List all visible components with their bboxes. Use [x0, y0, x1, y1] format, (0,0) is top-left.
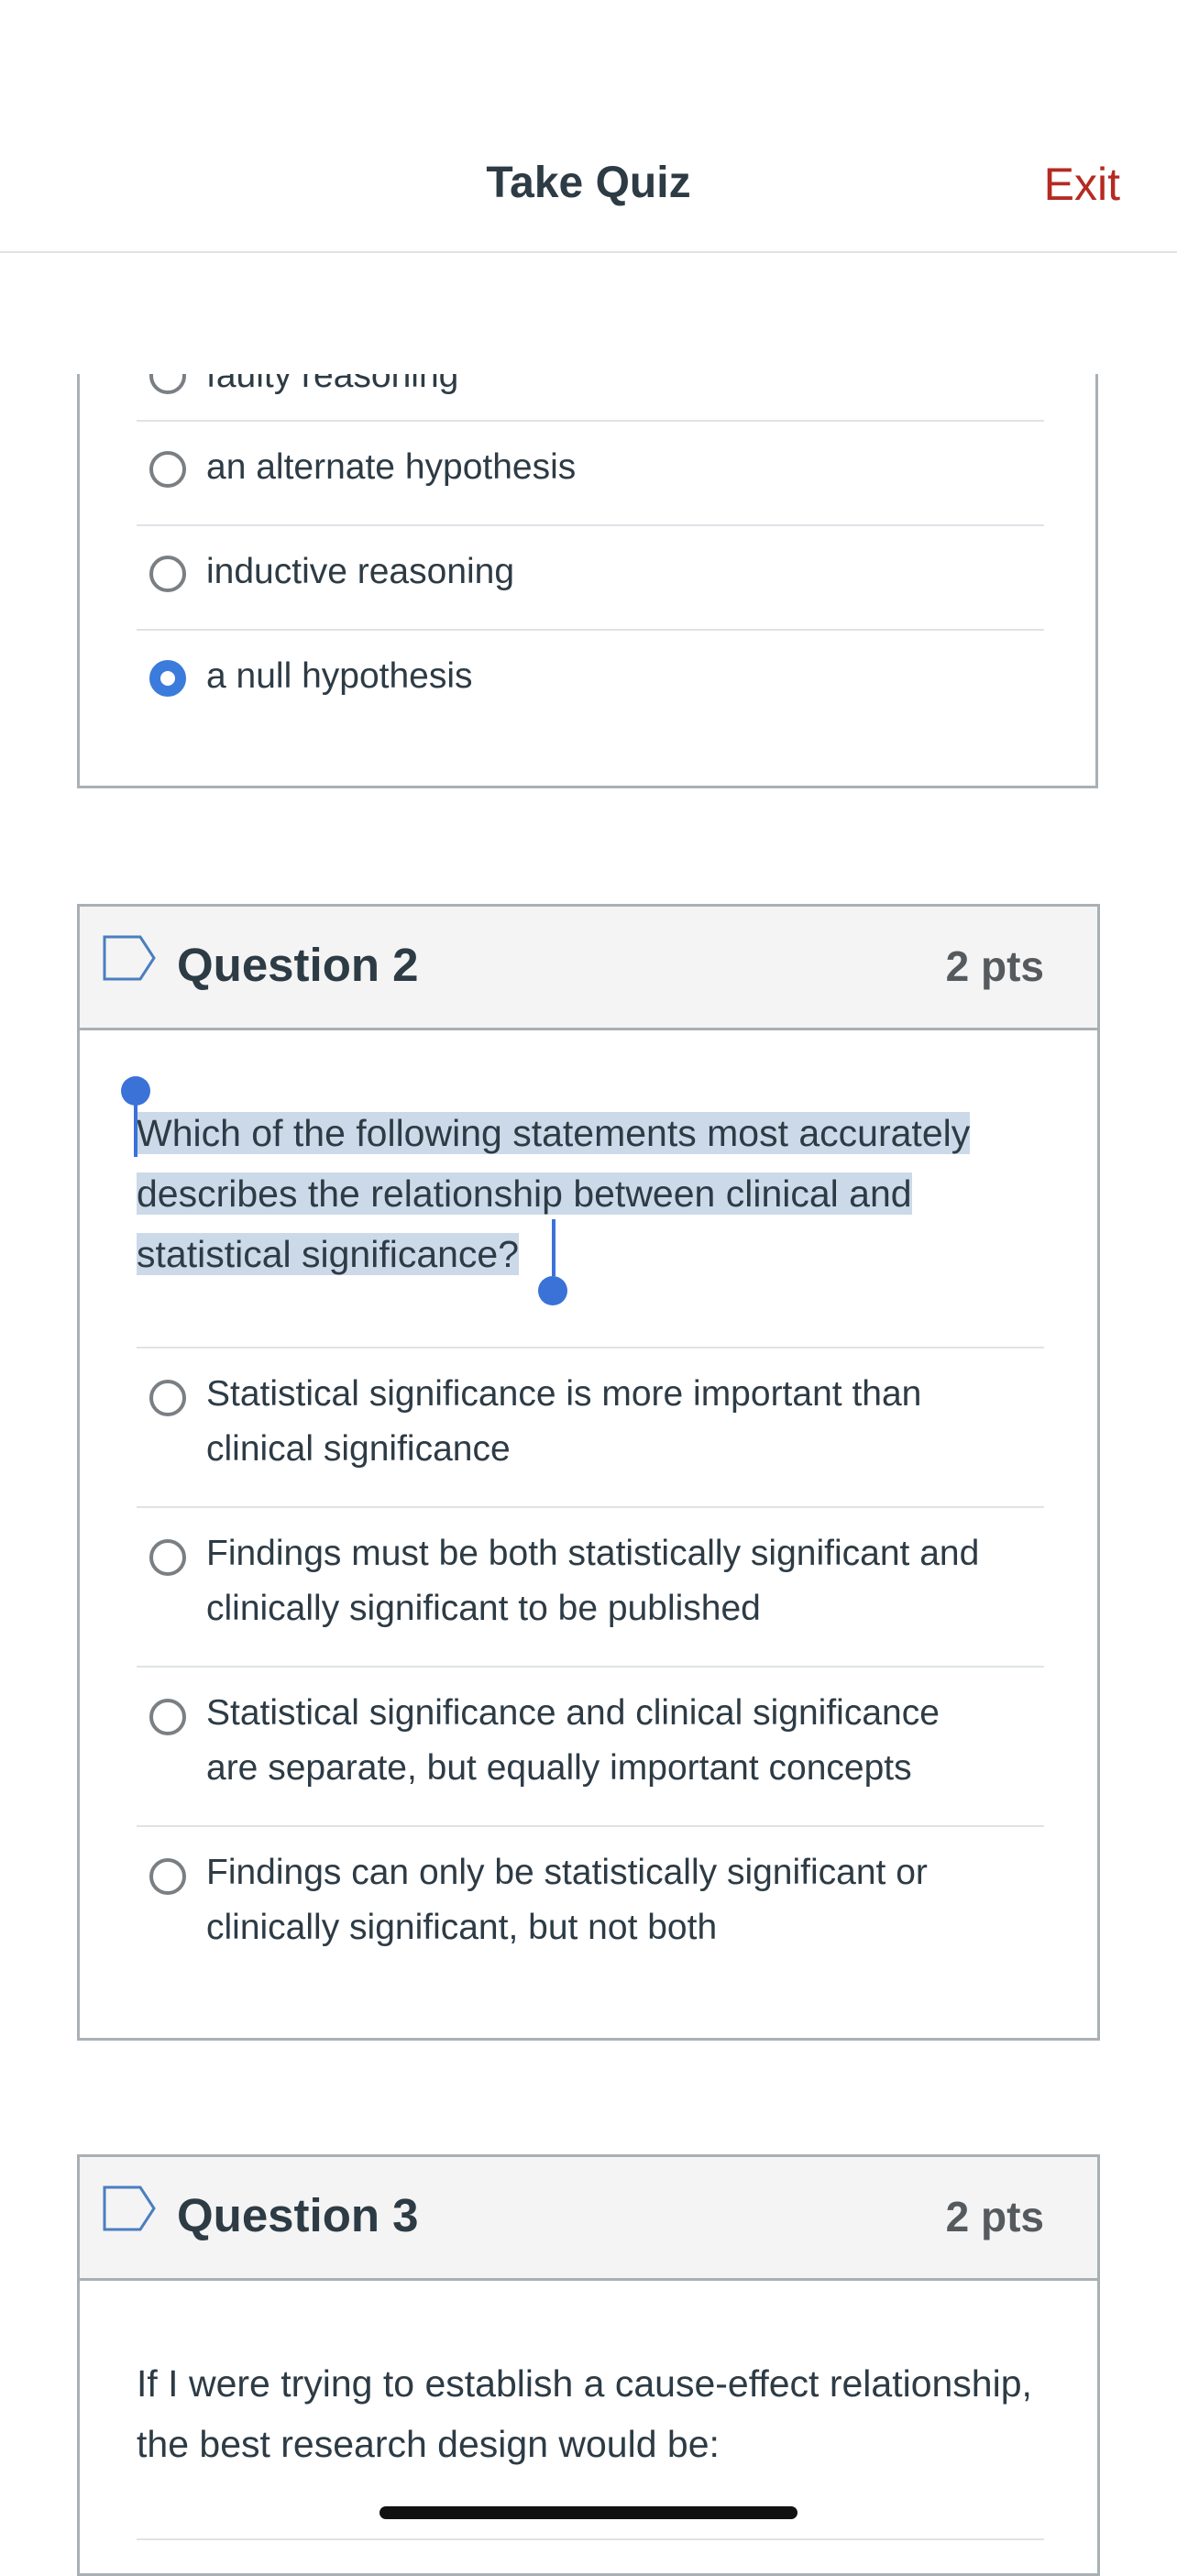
radio-button[interactable] [149, 451, 186, 488]
question-header: Question 2 2 pts [80, 907, 1097, 1030]
radio-button[interactable] [149, 374, 186, 394]
answer-option[interactable]: Statistical significance is more importa… [137, 1347, 1044, 1506]
answer-option[interactable]: an alternate hypothesis [137, 420, 1044, 524]
exit-button[interactable]: Exit [1044, 158, 1120, 211]
answer-label: a null hypothesis [206, 656, 473, 696]
divider [137, 2538, 1044, 2540]
selection-end-handle[interactable] [538, 1276, 567, 1305]
answer-option[interactable]: Statistical significance and clinical si… [137, 1666, 1044, 1825]
answer-label-line2: clinically significant to be published [206, 1589, 761, 1628]
home-indicator[interactable] [380, 2506, 798, 2519]
answer-label-line2: are separate, but equally important conc… [206, 1748, 912, 1788]
question-1-card: faulty reasoning an alternate hypothesis… [77, 374, 1098, 788]
answer-option[interactable]: faulty reasoning [137, 374, 1044, 409]
answer-option-selected[interactable]: a null hypothesis [137, 629, 1044, 733]
question-points: 2 pts [945, 2193, 1044, 2240]
page-title: Take Quiz [486, 159, 691, 207]
radio-button[interactable] [149, 1699, 186, 1735]
question-points: 2 pts [945, 942, 1044, 990]
answer-label-line2: clinical significance [206, 1429, 511, 1469]
question-header: Question 3 2 pts [80, 2157, 1097, 2281]
answer-label-line1: Findings can only be statistically signi… [206, 1853, 928, 1892]
answer-label-line1: Findings must be both statistically sign… [206, 1534, 980, 1573]
radio-button-selected[interactable] [149, 660, 186, 697]
top-bar: Take Quiz Exit [0, 0, 1177, 253]
flag-question-icon[interactable] [102, 934, 157, 982]
answer-label: faulty reasoning [206, 374, 459, 395]
answer-label-line1: Statistical significance and clinical si… [206, 1693, 940, 1733]
answer-label-line2: clinically significant, but not both [206, 1908, 718, 1947]
radio-button[interactable] [149, 1380, 186, 1416]
answer-option[interactable]: Findings can only be statistically signi… [137, 1825, 1044, 1985]
answer-label: an alternate hypothesis [206, 447, 577, 487]
question-2-card: Question 2 2 pts Which of the following … [77, 904, 1100, 2041]
selection-end-caret [552, 1219, 556, 1276]
flag-question-icon[interactable] [102, 2185, 157, 2232]
radio-button[interactable] [149, 556, 186, 592]
answer-option[interactable]: Findings must be both statistically sign… [137, 1506, 1044, 1666]
answer-label: inductive reasoning [206, 552, 515, 591]
selection-start-caret [134, 1100, 138, 1157]
radio-button[interactable] [149, 1858, 186, 1895]
answer-option[interactable]: inductive reasoning [137, 524, 1044, 629]
radio-button[interactable] [149, 1539, 186, 1576]
answer-label-line1: Statistical significance is more importa… [206, 1374, 922, 1414]
question-title: Question 3 [177, 2189, 419, 2241]
question-title: Question 2 [177, 939, 419, 991]
question-text: If I were trying to establish a cause-ef… [137, 2362, 1032, 2465]
question-text: Which of the following statements most a… [137, 1103, 1044, 1284]
